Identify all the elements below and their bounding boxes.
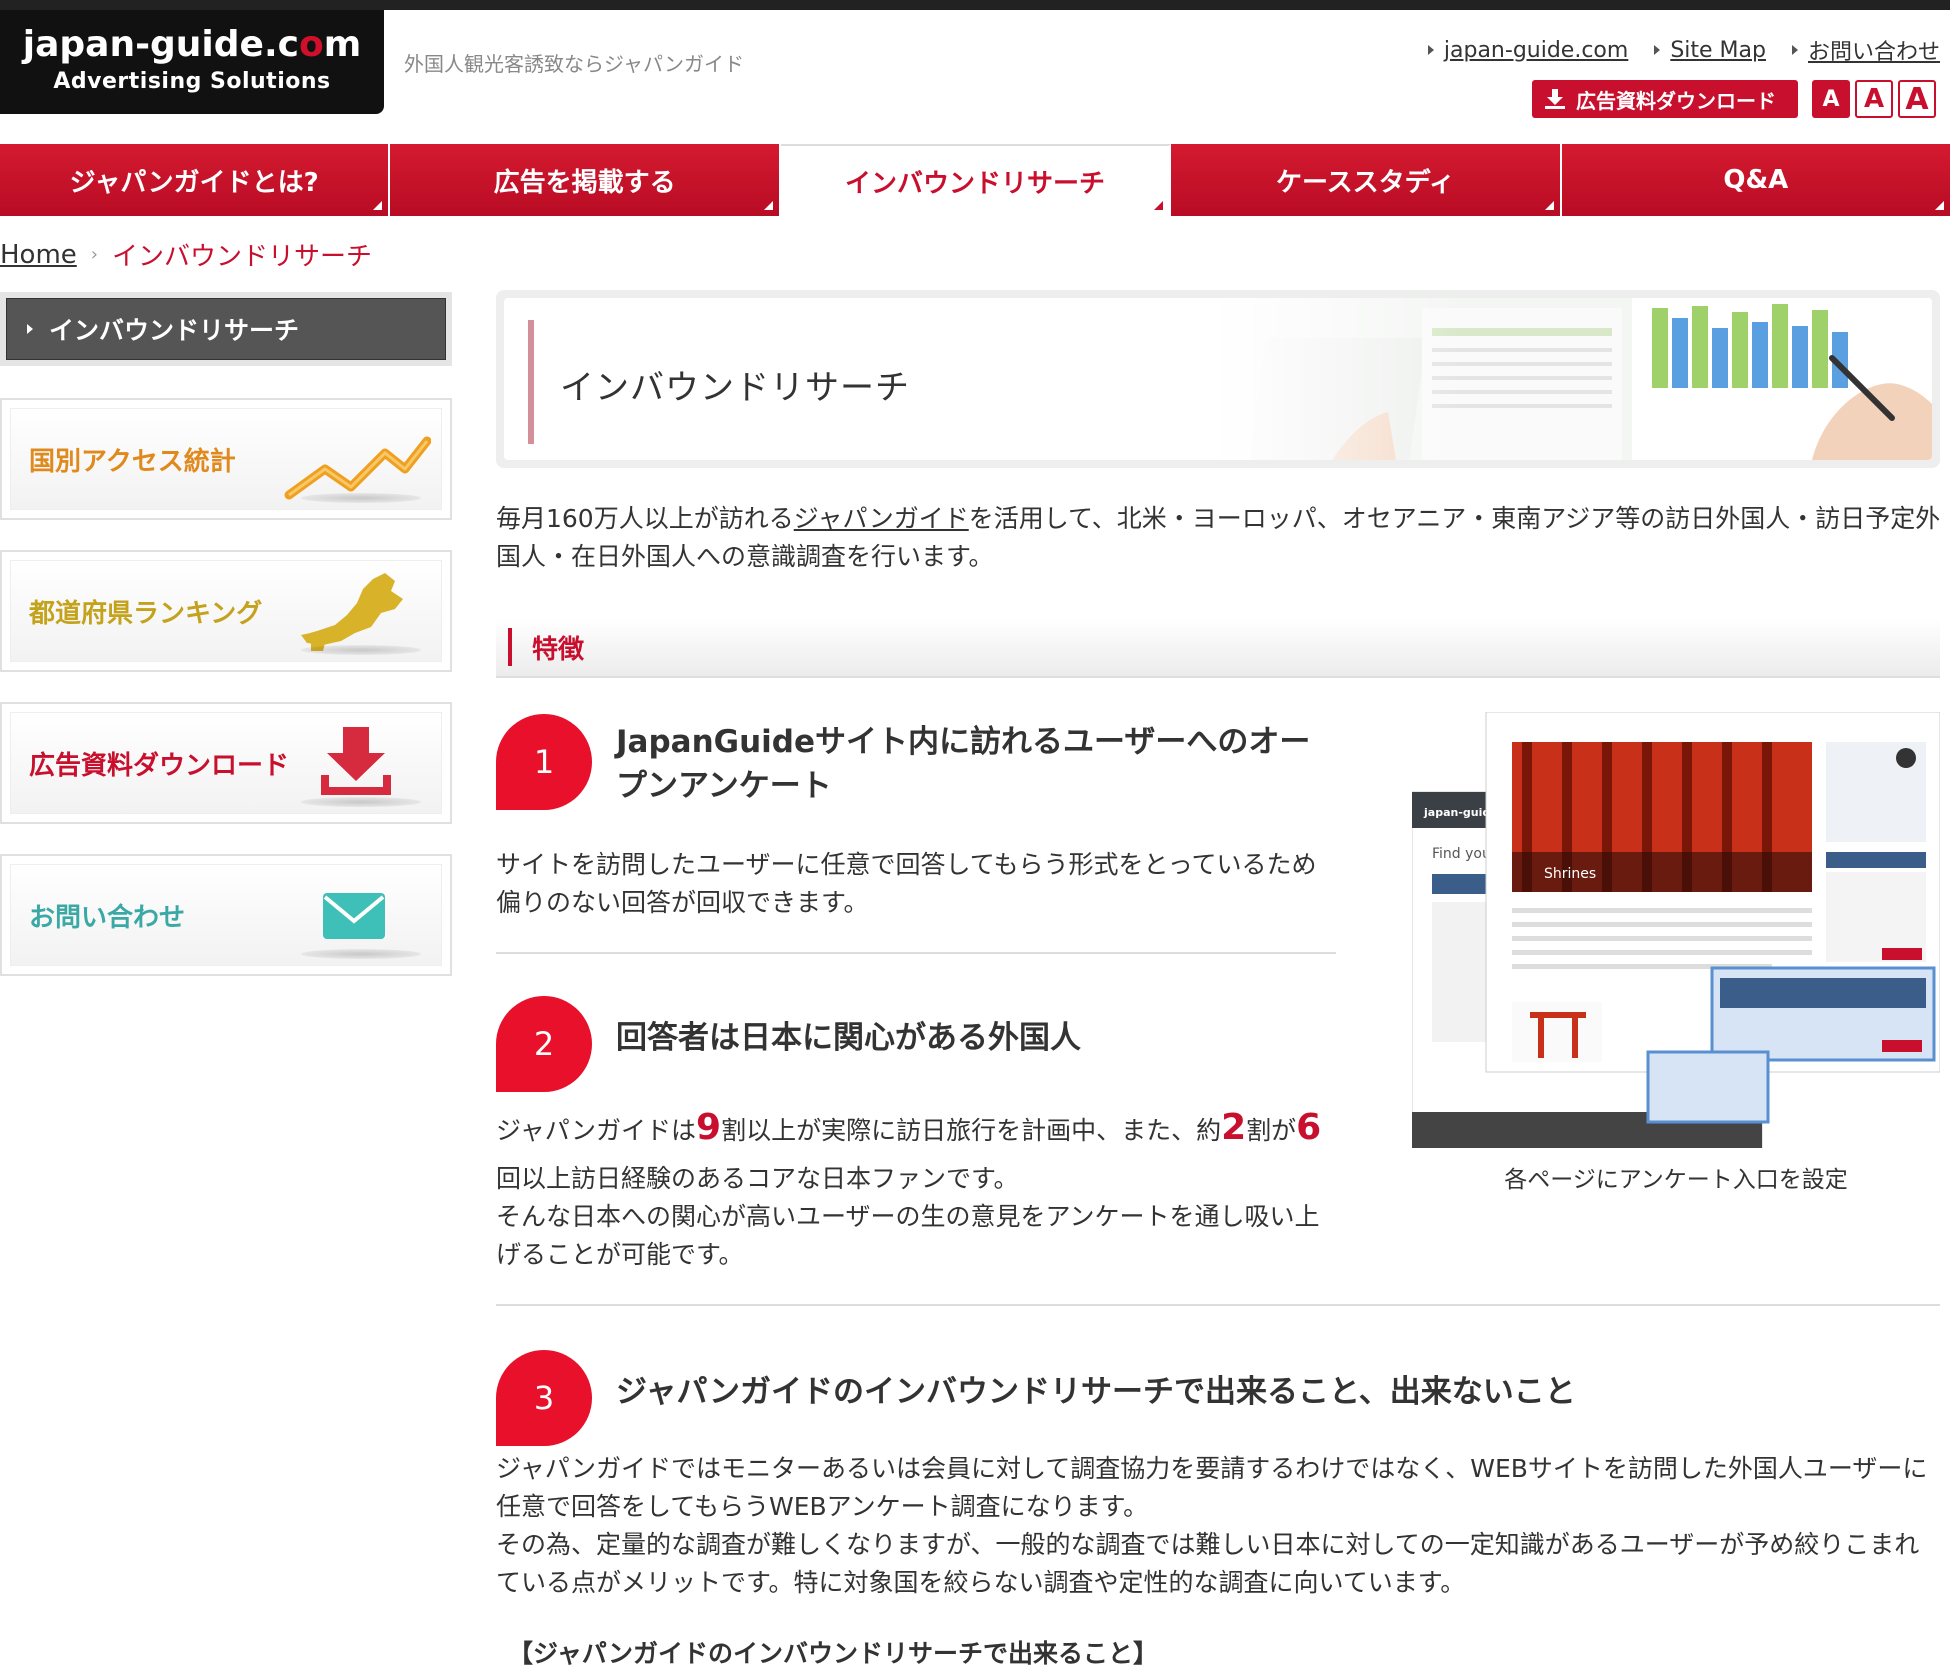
triangle-right-icon — [1791, 45, 1798, 55]
section-header-features: 特徴 — [496, 618, 1940, 678]
site-logo[interactable]: japan-guide.com Advertising Solutions — [0, 10, 384, 114]
divider — [496, 1304, 1940, 1306]
nav-inbound-research[interactable]: インバウンドリサーチ — [780, 144, 1172, 216]
logo-wordmark: japan-guide.com — [22, 24, 362, 65]
link-japan-guide-inline[interactable]: ジャパンガイド — [794, 504, 969, 533]
nav-case-study[interactable]: ケーススタディ — [1171, 144, 1562, 216]
corner-arrow-icon — [763, 201, 773, 210]
logo-subtitle: Advertising Solutions — [53, 69, 331, 94]
feature-title: 回答者は日本に関心がある外国人 — [616, 1020, 1081, 1056]
main-nav: ジャパンガイドとは? 広告を掲載する インバウンドリサーチ ケーススタディ Q&… — [0, 144, 1950, 216]
feature-body: ジャパンガイドは9割以上が実際に訪日旅行を計画中、また、約2割が6回以上訪日経験… — [496, 1107, 1322, 1193]
feature-number-badge: 2 — [496, 996, 592, 1092]
top-bar — [0, 0, 1950, 10]
download-materials-button[interactable]: 広告資料ダウンロード — [1532, 80, 1798, 118]
corner-arrow-icon — [1544, 201, 1554, 210]
triangle-right-icon — [27, 324, 33, 334]
site-screenshot-illustration: japan-guide.c Find your Shrines — [1412, 712, 1940, 1148]
breadcrumb-home[interactable]: Home — [0, 240, 77, 270]
font-size-medium-button[interactable]: A — [1855, 80, 1893, 118]
feature-number-badge: 1 — [496, 714, 592, 810]
sidebar-item-inbound-research[interactable]: インバウンドリサーチ — [0, 292, 452, 366]
section-accent-bar — [508, 628, 512, 666]
corner-arrow-icon — [373, 201, 383, 210]
banner-country-access-stats[interactable]: 国別アクセス統計 — [0, 398, 452, 520]
feature-body: ジャパンガイドではモニターあるいは会員に対して調査協力を要請するわけではなく、W… — [496, 1454, 1928, 1521]
feature-body: サイトを訪問したユーザーに任意で回答してもらう形式をとっているため偏りのない回答… — [496, 850, 1317, 917]
divider — [496, 952, 1336, 954]
breadcrumb: Home › インバウンドリサーチ — [0, 236, 372, 273]
top-links: japan-guide.com Site Map お問い合わせ — [1427, 34, 1940, 66]
nav-advertise[interactable]: 広告を掲載する — [390, 144, 781, 216]
nav-qa[interactable]: Q&A — [1561, 144, 1950, 216]
link-japan-guide[interactable]: japan-guide.com — [1427, 34, 1628, 66]
intro-paragraph: 毎月160万人以上が訪れるジャパンガイドを活用して、北米・ヨーロッパ、オセアニア… — [496, 504, 1941, 571]
link-site-map[interactable]: Site Map — [1654, 34, 1766, 66]
link-contact[interactable]: お問い合わせ — [1791, 34, 1940, 66]
feature-title: JapanGuideサイト内に訪れるユーザーへのオープンアンケート — [616, 724, 1311, 804]
feature-title: ジャパンガイドのインバウンドリサーチで出来ること、出来ないこと — [616, 1374, 1576, 1410]
subheading-can-do: 【ジャパンガイドのインバウンドリサーチで出来ること】 — [508, 1639, 1159, 1668]
corner-arrow-icon — [1154, 201, 1164, 210]
font-size-small-button[interactable]: A — [1812, 80, 1850, 118]
page-title: インバウンドリサーチ — [560, 368, 910, 408]
corner-arrow-icon — [1935, 201, 1945, 210]
page-hero: インバウンドリサーチ — [496, 290, 1940, 468]
triangle-right-icon — [1427, 45, 1434, 55]
triangle-right-icon — [1654, 45, 1661, 55]
screenshot-caption: 各ページにアンケート入口を設定 — [1504, 1167, 1848, 1193]
download-icon — [1545, 89, 1565, 109]
hero-accent-bar — [528, 320, 534, 444]
screenshot-page-label: Shrines — [1544, 866, 1596, 882]
font-size-large-button[interactable]: A — [1898, 80, 1936, 118]
breadcrumb-current: インバウンドリサーチ — [111, 242, 372, 272]
nav-about[interactable]: ジャパンガイドとは? — [0, 144, 391, 216]
feature-body-extra: その為、定量的な調査が難しくなりますが、一般的な調査では難しい日本に対しての一定… — [496, 1530, 1920, 1597]
site-tagline: 外国人観光客誘致ならジャパンガイド — [404, 52, 744, 76]
banner-download-materials[interactable]: 広告資料ダウンロード — [0, 702, 452, 824]
feature-body-extra: そんな日本への関心が高いユーザーの生の意見をアンケートを通し吸い上げることが可能… — [496, 1202, 1320, 1269]
feature-number-badge: 3 — [496, 1350, 592, 1446]
banner-prefecture-ranking[interactable]: 都道府県ランキング — [0, 550, 452, 672]
breadcrumb-separator-icon: › — [90, 244, 98, 265]
banner-contact[interactable]: お問い合わせ — [0, 854, 452, 976]
hero-illustration — [1212, 298, 1932, 460]
